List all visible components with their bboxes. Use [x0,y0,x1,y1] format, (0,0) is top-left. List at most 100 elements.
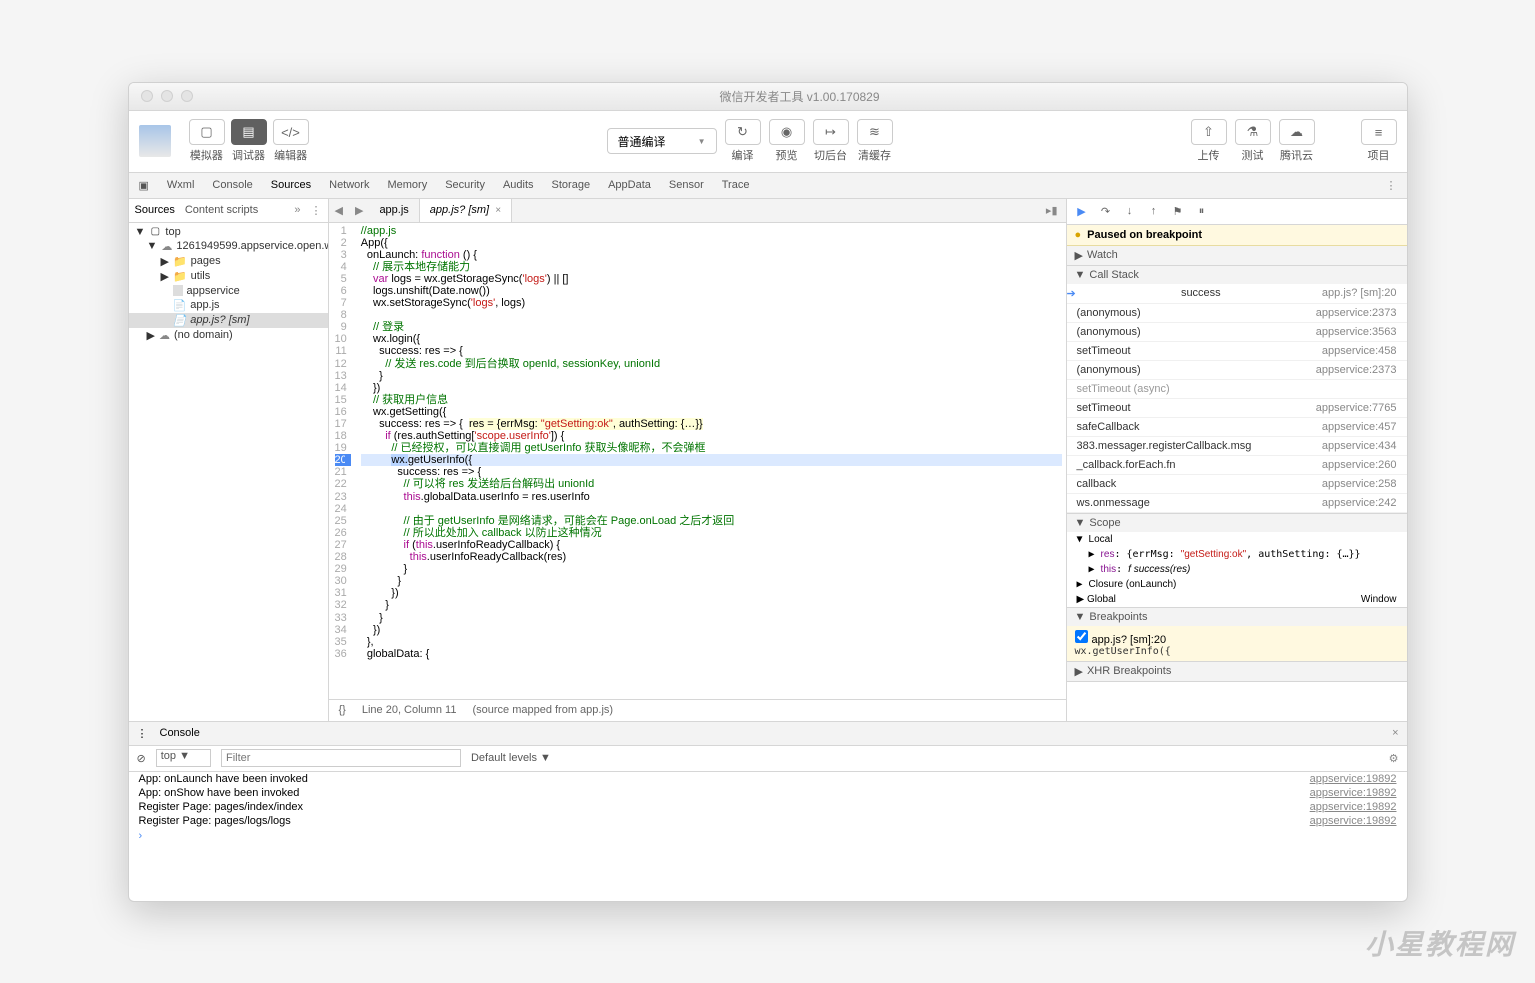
clear-cache-button[interactable]: ≋ [857,119,893,145]
devtab-sources[interactable]: Sources [271,179,311,191]
step-over-icon[interactable]: ↷ [1099,204,1113,218]
devtab-storage[interactable]: Storage [552,179,591,191]
test-button[interactable]: ⚗ [1235,119,1271,145]
console-line: App: onShow have been invokedappservice:… [129,786,1407,800]
close-icon[interactable]: × [1392,727,1398,739]
compile-button[interactable]: ↻ [725,119,761,145]
deactivate-bp-icon[interactable]: ⚑ [1171,204,1185,218]
filter-input[interactable] [221,749,461,767]
compile-mode-select[interactable]: 普通编译▼ [607,128,717,154]
devtab-sensor[interactable]: Sensor [669,179,704,191]
more-icon[interactable]: » [294,204,300,216]
stack-frame[interactable]: (anonymous)appservice:2373 [1067,304,1407,323]
devtab-security[interactable]: Security [445,179,485,191]
devtab-network[interactable]: Network [329,179,369,191]
clear-console-icon[interactable]: ⊘ [137,752,146,765]
breakpoint-item[interactable]: app.js? [sm]:20 wx.getUserInfo({ [1067,626,1407,661]
tree-pages[interactable]: ▶ 📁 pages [129,254,328,269]
kebab-icon[interactable]: ⋮ [311,204,322,217]
debugger-panel: ▶ ↷ ↓ ↑ ⚑ ⏸ ●Paused on breakpoint ▶ Watc… [1067,199,1407,721]
xhr-breakpoints-section[interactable]: ▶ XHR Breakpoints [1067,662,1407,681]
editor-button[interactable]: </> [273,119,309,145]
inspect-icon[interactable]: ▣ [139,179,149,192]
main-toolbar: ▢ ▤ </> 模拟器 调试器 编辑器 普通编译▼ ↻编译 ◉预览 ↦切后台 ≋… [129,111,1407,173]
callstack-section[interactable]: ▼ Call Stack [1067,266,1407,284]
kebab-icon[interactable]: ⋮ [1386,179,1397,192]
console-line: App: onLaunch have been invokedappservic… [129,772,1407,786]
breakpoints-section[interactable]: ▼ Breakpoints [1067,608,1407,626]
tree-appjs-sm[interactable]: 📄 app.js? [sm] [129,313,328,328]
stack-frame[interactable]: successapp.js? [sm]:20 [1067,284,1407,304]
devtab-trace[interactable]: Trace [722,179,750,191]
scope-global[interactable]: ▶ GlobalWindow [1067,592,1407,607]
tree-appjs[interactable]: 📄 app.js [129,298,328,313]
devtab-console[interactable]: Console [212,179,252,191]
stack-frame[interactable]: 383.messager.registerCallback.msgappserv… [1067,437,1407,456]
tree-top[interactable]: ▼ ▢ top [129,225,328,239]
watch-section[interactable]: ▶ Watch [1067,246,1407,265]
file-tab-appjs-sm[interactable]: app.js? [sm]× [420,199,512,222]
cloud-button[interactable]: ☁ [1279,119,1315,145]
tree-utils[interactable]: ▶ 📁 utils [129,269,328,284]
tree-domain[interactable]: ▼ ☁ 1261949599.appservice.open.we [129,239,328,254]
simulator-button[interactable]: ▢ [189,119,225,145]
scope-res[interactable]: ▶ res: {errMsg: "getSetting:ok", authSet… [1067,547,1407,562]
scope-local[interactable]: ▼ Local [1067,532,1407,547]
titlebar: 微信开发者工具 v1.00.170829 [129,83,1407,111]
scope-this[interactable]: ▶ this: f success(res) [1067,562,1407,577]
devtools-tabs: ▣ Wxml Console Sources Network Memory Securit… [129,173,1407,199]
devtab-wxml[interactable]: Wxml [167,179,195,191]
pause-exception-icon[interactable]: ⏸ [1195,204,1209,218]
background-button[interactable]: ↦ [813,119,849,145]
nav-fwd-icon[interactable]: ▶ [349,204,369,217]
sources-tab[interactable]: Sources [135,204,175,216]
gear-icon[interactable]: ⚙ [1389,752,1399,765]
bp-checkbox[interactable] [1075,630,1088,643]
window-title: 微信开发者工具 v1.00.170829 [193,88,1407,105]
devtab-memory[interactable]: Memory [387,179,427,191]
window-controls [129,90,193,102]
stack-frame[interactable]: (anonymous)appservice:3563 [1067,323,1407,342]
scope-section[interactable]: ▼ Scope [1067,514,1407,532]
avatar[interactable] [139,125,171,157]
stack-frame[interactable]: safeCallbackappservice:457 [1067,418,1407,437]
zoom-icon[interactable] [181,90,193,102]
levels-select[interactable]: Default levels ▼ [471,752,551,764]
project-button[interactable]: ≡ [1361,119,1397,145]
drawer-kebab-icon[interactable]: ⋮ [137,727,148,740]
tree-appservice[interactable]: appservice [129,284,328,298]
step-out-icon[interactable]: ↑ [1147,204,1161,218]
stack-frame[interactable]: _callback.forEach.fnappservice:260 [1067,456,1407,475]
watermark: 小星教程网 [1365,923,1515,963]
content-scripts-tab[interactable]: Content scripts [185,204,258,216]
scope-closure[interactable]: ▶ Closure (onLaunch) [1067,577,1407,592]
step-into-icon[interactable]: ↓ [1123,204,1137,218]
close-icon[interactable] [141,90,153,102]
devtab-appdata[interactable]: AppData [608,179,651,191]
preview-button[interactable]: ◉ [769,119,805,145]
file-tab-appjs[interactable]: app.js [369,199,419,222]
stack-frame[interactable]: (anonymous)appservice:2373 [1067,361,1407,380]
resume-icon[interactable]: ▶ [1075,204,1089,218]
cursor-position: Line 20, Column 11 [362,704,457,716]
nav-back-icon[interactable]: ◀ [329,204,349,217]
status-bar: {} Line 20, Column 11 (source mapped fro… [329,699,1066,721]
upload-button[interactable]: ⇧ [1191,119,1227,145]
show-nav-icon[interactable]: ▸▮ [1038,204,1066,217]
debugger-button[interactable]: ▤ [231,119,267,145]
stack-frame[interactable]: setTimeoutappservice:458 [1067,342,1407,361]
console-prompt[interactable]: › [129,828,1407,844]
close-icon[interactable]: × [495,205,501,216]
async-divider: setTimeout (async) [1067,380,1407,399]
paused-banner: ●Paused on breakpoint [1067,225,1407,246]
minimize-icon[interactable] [161,90,173,102]
tree-nodomain[interactable]: ▶ ☁ (no domain) [129,328,328,343]
stack-frame[interactable]: ws.onmessageappservice:242 [1067,494,1407,513]
console-tab[interactable]: Console [160,727,200,739]
stack-frame[interactable]: setTimeoutappservice:7765 [1067,399,1407,418]
code-editor[interactable]: 1234567891011121314151617181920212223242… [329,223,1066,699]
console-line: Register Page: pages/logs/logsappservice… [129,814,1407,828]
context-select[interactable]: top ▼ [156,749,211,767]
stack-frame[interactable]: callbackappservice:258 [1067,475,1407,494]
devtab-audits[interactable]: Audits [503,179,534,191]
